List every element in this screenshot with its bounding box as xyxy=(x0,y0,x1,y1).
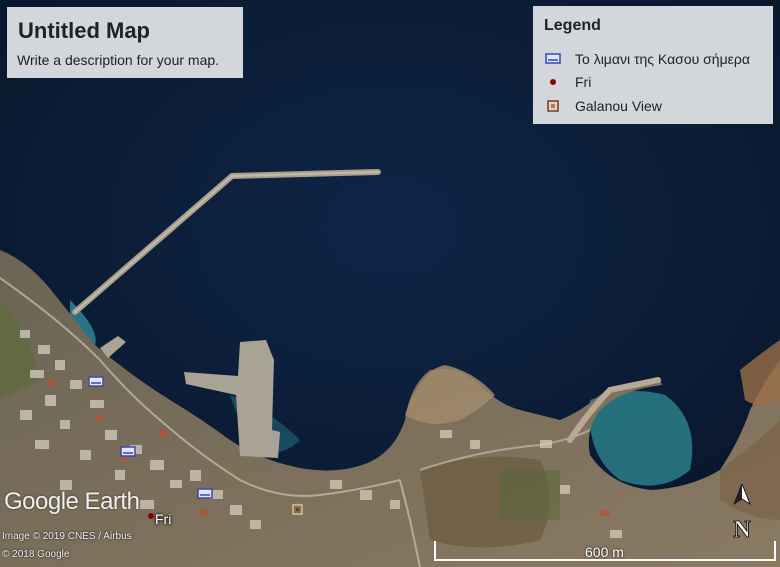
legend-panel: Legend Το λιμανι της Κασου σήμερα Fri Ga… xyxy=(533,6,773,124)
harbor-placemark-3[interactable] xyxy=(197,488,213,499)
google-earth-logo: Google Earth xyxy=(4,488,140,515)
legend-item-fri[interactable]: Fri xyxy=(545,73,591,91)
scale-label: 600 m xyxy=(585,544,624,560)
fri-placemark[interactable] xyxy=(148,513,154,519)
map-viewport[interactable]: Untitled Map Write a description for you… xyxy=(0,0,780,567)
map-description[interactable]: Write a description for your map. xyxy=(17,52,219,68)
dot-marker-icon xyxy=(545,74,561,90)
harbor-placemark-1[interactable] xyxy=(88,376,104,387)
legend-label-harbor: Το λιμανι της Κασου σήμερα xyxy=(575,51,750,67)
north-arrow-icon: N xyxy=(730,482,754,543)
harbor-placemark-2[interactable] xyxy=(120,446,136,457)
place-label-fri: Fri xyxy=(155,511,172,527)
imagery-credit: Image © 2019 CNES / Airbus xyxy=(2,531,132,542)
map-title[interactable]: Untitled Map xyxy=(18,18,150,44)
north-label: N xyxy=(733,517,751,542)
square-marker-icon xyxy=(545,98,561,114)
google-credit: © 2018 Google xyxy=(2,549,70,560)
legend-item-harbor[interactable]: Το λιμανι της Κασου σήμερα xyxy=(545,50,750,68)
map-title-panel: Untitled Map Write a description for you… xyxy=(7,7,243,78)
legend-label-fri: Fri xyxy=(575,74,592,90)
legend-label-galanou-view: Galanou View xyxy=(575,98,662,114)
harbor-icon xyxy=(545,51,561,67)
legend-item-galanou-view[interactable]: Galanou View xyxy=(545,97,662,115)
legend-title: Legend xyxy=(544,17,601,34)
